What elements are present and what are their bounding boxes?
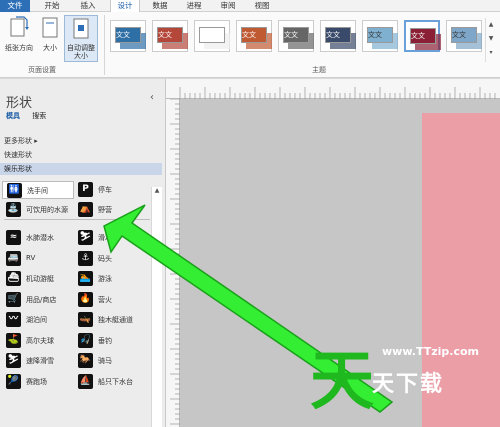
watermark-logo: 天 — [310, 344, 374, 419]
watermark-name: 天下载 — [372, 372, 445, 397]
annotation-arrow — [103, 204, 394, 413]
watermark-url: www.TTzip.com — [382, 345, 479, 358]
